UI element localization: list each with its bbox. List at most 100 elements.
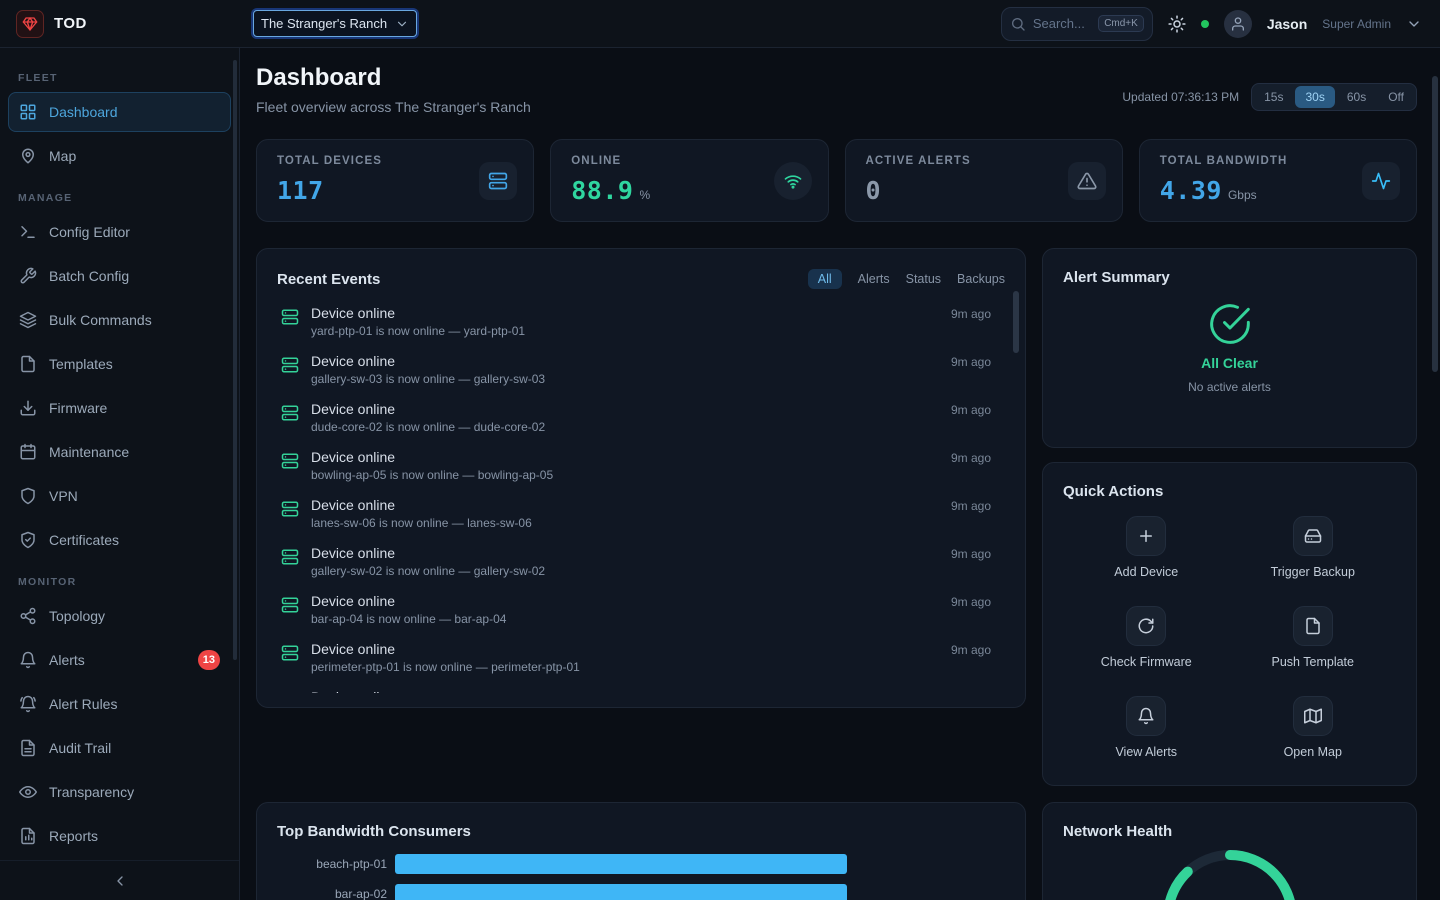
network-health-title: Network Health — [1063, 823, 1172, 840]
sidebar-item-config-editor[interactable]: Config Editor — [8, 212, 231, 252]
quick-action-label: View Alerts — [1115, 745, 1177, 759]
sidebar-item-certificates[interactable]: Certificates — [8, 520, 231, 560]
event-title: Device online — [311, 353, 545, 369]
server-icon — [281, 308, 299, 326]
tab-all[interactable]: All — [808, 269, 842, 289]
sidebar-item-vpn[interactable]: VPN — [8, 476, 231, 516]
file-text-icon — [19, 739, 37, 757]
sidebar-item-batch-config[interactable]: Batch Config — [8, 256, 231, 296]
event-row[interactable]: Device online dude-core-02 is now online… — [277, 397, 1005, 445]
event-row[interactable]: Device online gallery-sw-03 is now onlin… — [277, 349, 1005, 397]
hard-drive-icon — [1293, 516, 1333, 556]
event-title: Device online — [311, 401, 545, 417]
sidebar-item-bulk-commands[interactable]: Bulk Commands — [8, 300, 231, 340]
event-filter-tabs: All Alerts Status Backups — [808, 269, 1005, 289]
check-firmware-button[interactable]: Check Firmware — [1063, 606, 1230, 669]
server-icon — [281, 500, 299, 518]
sidebar-section-manage: MANAGE — [8, 180, 231, 212]
refresh-interval-off[interactable]: Off — [1378, 86, 1414, 108]
quick-action-label: Push Template — [1272, 655, 1354, 669]
sidebar-scrollbar-thumb[interactable] — [233, 60, 237, 660]
search-placeholder: Search... — [1033, 16, 1091, 31]
event-row[interactable]: Device online gallery-sw-02 is now onlin… — [277, 541, 1005, 589]
sidebar-item-label: Alerts — [49, 652, 85, 668]
sidebar-item-alert-rules[interactable]: Alert Rules — [8, 684, 231, 724]
event-time: 9m ago — [951, 449, 991, 493]
event-detail: gallery-sw-02 is now online — gallery-sw… — [311, 564, 545, 578]
event-row[interactable]: Device online perimeter-ptp-01 is now on… — [277, 637, 1005, 685]
tab-backups[interactable]: Backups — [957, 269, 1005, 289]
site-selector[interactable]: The Stranger's Ranch — [253, 10, 417, 37]
user-menu-button[interactable] — [1406, 16, 1422, 32]
event-row[interactable]: Device online bowling-ap-05 is now onlin… — [277, 445, 1005, 493]
server-icon — [281, 596, 299, 614]
event-time: 9m ago — [951, 593, 991, 637]
event-time: 9m ago — [951, 353, 991, 397]
refresh-interval-segmented-control: 15s 30s 60s Off — [1251, 83, 1417, 111]
event-row[interactable]: Device online bar-ap-04 is now online — … — [277, 589, 1005, 637]
bar-label: bar-ap-02 — [277, 887, 387, 900]
main-scrollbar-thumb[interactable] — [1432, 76, 1438, 372]
stat-card-active-alerts: ACTIVE ALERTS 0 — [845, 139, 1123, 222]
add-device-button[interactable]: Add Device — [1063, 516, 1230, 579]
theme-toggle-button[interactable] — [1168, 15, 1186, 33]
view-alerts-button[interactable]: View Alerts — [1063, 696, 1230, 759]
sidebar-item-label: Dashboard — [49, 104, 118, 120]
sidebar-section-monitor: MONITOR — [8, 564, 231, 596]
check-circle-icon — [1208, 302, 1252, 346]
bar-label: beach-ptp-01 — [277, 857, 387, 871]
stat-value: 4.39 — [1160, 176, 1222, 205]
event-detail: lanes-sw-06 is now online — lanes-sw-06 — [311, 516, 532, 530]
stat-value: 0 — [866, 176, 882, 205]
main-content: Dashboard Fleet overview across The Stra… — [240, 48, 1440, 900]
event-row[interactable]: Device online lanes-sw-06 is now online … — [277, 493, 1005, 541]
sidebar-item-topology[interactable]: Topology — [8, 596, 231, 636]
search-input[interactable]: Search... Cmd+K — [1001, 7, 1153, 41]
sidebar-item-alerts[interactable]: Alerts 13 — [8, 640, 231, 680]
sidebar-item-label: Topology — [49, 608, 105, 624]
sidebar-item-label: Audit Trail — [49, 740, 111, 756]
file-icon — [1293, 606, 1333, 646]
topbar-right: Search... Cmd+K Jason Super Admin — [1001, 7, 1440, 41]
app-logo-icon — [16, 10, 44, 38]
stat-value: 117 — [277, 176, 324, 205]
event-list-scrollbar-thumb[interactable] — [1013, 291, 1019, 353]
event-row[interactable]: Device online 9m ago — [277, 685, 1005, 693]
sidebar-item-maintenance[interactable]: Maintenance — [8, 432, 231, 472]
sidebar-item-label: Alert Rules — [49, 696, 117, 712]
top-bandwidth-title: Top Bandwidth Consumers — [277, 823, 471, 840]
page-title: Dashboard — [256, 64, 531, 92]
tab-alerts[interactable]: Alerts — [858, 269, 890, 289]
sidebar-item-label: Config Editor — [49, 224, 130, 240]
event-list: Device online yard-ptp-01 is now online … — [277, 301, 1005, 693]
refresh-interval-30s[interactable]: 30s — [1295, 86, 1334, 108]
user-icon — [1230, 16, 1246, 32]
sidebar-item-dashboard[interactable]: Dashboard — [8, 92, 231, 132]
trigger-backup-button[interactable]: Trigger Backup — [1230, 516, 1397, 579]
server-icon — [281, 644, 299, 662]
sidebar-item-transparency[interactable]: Transparency — [8, 772, 231, 812]
refresh-interval-15s[interactable]: 15s — [1254, 86, 1293, 108]
push-template-button[interactable]: Push Template — [1230, 606, 1397, 669]
topbar: TOD The Stranger's Ranch Search... Cmd+K… — [0, 0, 1440, 48]
sidebar-item-firmware[interactable]: Firmware — [8, 388, 231, 428]
event-row[interactable]: Device online yard-ptp-01 is now online … — [277, 301, 1005, 349]
avatar[interactable] — [1224, 10, 1252, 38]
stat-value: 88.9 — [571, 176, 633, 205]
server-icon — [281, 452, 299, 470]
recent-events-title: Recent Events — [277, 271, 380, 288]
alert-detail-text: No active alerts — [1188, 380, 1271, 394]
open-map-button[interactable]: Open Map — [1230, 696, 1397, 759]
sidebar-collapse-button[interactable] — [0, 860, 239, 900]
refresh-interval-60s[interactable]: 60s — [1337, 86, 1376, 108]
alert-status-text: All Clear — [1201, 355, 1258, 371]
sidebar-item-templates[interactable]: Templates — [8, 344, 231, 384]
sidebar-item-map[interactable]: Map — [8, 136, 231, 176]
sidebar-item-reports[interactable]: Reports — [8, 816, 231, 856]
sidebar-item-audit-trail[interactable]: Audit Trail — [8, 728, 231, 768]
shield-check-icon — [19, 531, 37, 549]
tab-status[interactable]: Status — [906, 269, 941, 289]
event-detail: bowling-ap-05 is now online — bowling-ap… — [311, 468, 553, 482]
event-detail: gallery-sw-03 is now online — gallery-sw… — [311, 372, 545, 386]
alert-triangle-icon — [1068, 162, 1106, 200]
